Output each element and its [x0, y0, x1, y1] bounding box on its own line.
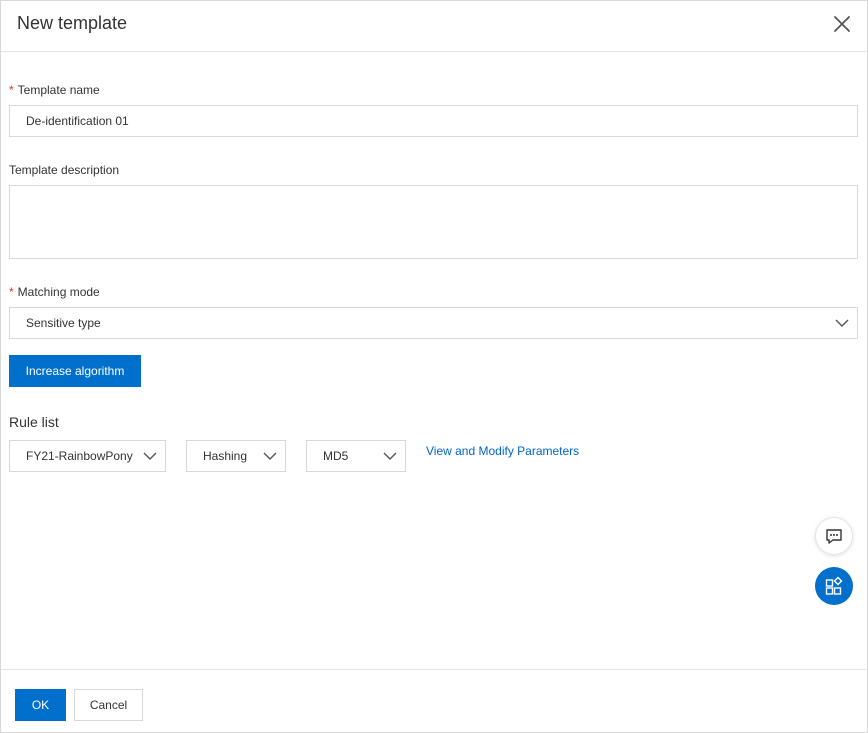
chat-button[interactable] — [815, 517, 853, 555]
method-select-value: Hashing — [203, 449, 248, 463]
template-description-label: Template description — [9, 163, 120, 177]
chat-icon — [826, 529, 842, 544]
dialog-header: New template — [1, 1, 867, 52]
algorithm-select[interactable]: MD5 — [306, 440, 406, 472]
dialog-title: New template — [17, 13, 128, 33]
template-name-value: De-identification 01 — [26, 114, 129, 128]
template-name-label: * Template name — [9, 83, 100, 97]
apps-button[interactable] — [815, 567, 853, 605]
method-select[interactable]: Hashing — [186, 440, 286, 472]
rule-select[interactable]: FY21-RainbowPony — [9, 440, 166, 472]
chevron-down-icon — [263, 452, 277, 460]
ok-button[interactable]: OK — [15, 689, 66, 721]
template-description-textarea[interactable] — [9, 185, 858, 259]
matching-mode-label: * Matching mode — [9, 285, 100, 299]
chevron-down-icon — [143, 452, 157, 460]
increase-algorithm-button[interactable]: Increase algorithm — [9, 355, 141, 387]
rule-list-title: Rule list — [9, 414, 59, 430]
rule-select-value: FY21-RainbowPony — [26, 449, 133, 463]
cancel-button[interactable]: Cancel — [74, 689, 143, 721]
template-name-input[interactable]: De-identification 01 — [9, 105, 858, 137]
chevron-down-icon — [383, 452, 397, 460]
required-mark: * — [9, 83, 14, 97]
dialog-footer: OK Cancel — [1, 669, 867, 733]
matching-mode-select[interactable]: Sensitive type — [9, 307, 858, 339]
algorithm-select-value: MD5 — [323, 449, 349, 463]
matching-mode-value: Sensitive type — [26, 316, 101, 330]
close-icon — [834, 16, 850, 32]
chevron-down-icon — [835, 319, 849, 327]
required-mark: * — [9, 285, 14, 299]
apps-icon — [825, 576, 843, 595]
close-button[interactable] — [831, 13, 853, 35]
view-modify-parameters-link[interactable]: View and Modify Parameters — [426, 444, 579, 458]
new-template-dialog: New template * Template name De-identific… — [0, 0, 868, 733]
